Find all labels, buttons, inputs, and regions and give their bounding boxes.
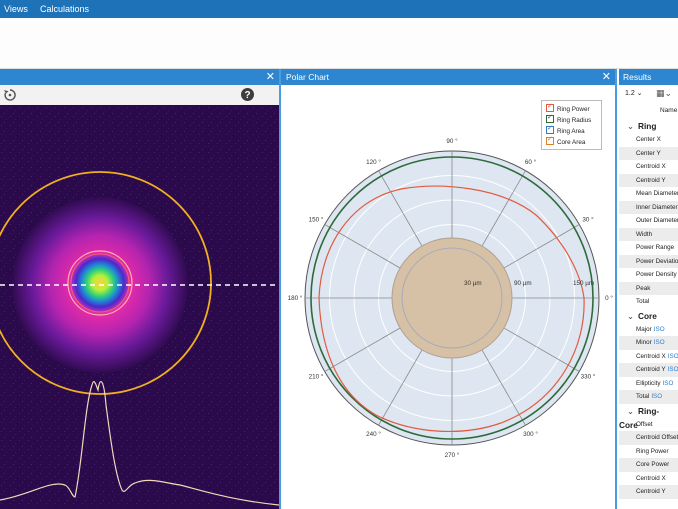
results-section-header[interactable]: ⌄ Ring	[619, 119, 678, 133]
results-row[interactable]: Centroid Y	[619, 485, 678, 499]
results-panel-title: Results	[623, 72, 652, 82]
angle-label: 30 °	[582, 216, 594, 224]
beam-panel-close-button[interactable]: ✕	[266, 69, 275, 85]
angle-label: 0 °	[605, 294, 613, 302]
legend-core-area[interactable]: Core Area	[546, 135, 585, 147]
results-row[interactable]: Minor ISO	[619, 336, 678, 350]
results-row[interactable]: Core Power	[619, 458, 678, 472]
toolbar-area	[0, 18, 678, 69]
iso-badge[interactable]: ISO	[663, 380, 674, 387]
menu-views[interactable]: Views	[4, 0, 28, 18]
results-row[interactable]: Mean Diameter	[619, 187, 678, 201]
chevron-down-icon: ⌄	[634, 90, 643, 97]
angle-label: 60 °	[525, 158, 537, 166]
results-row[interactable]: Centroid X	[619, 472, 678, 486]
angle-label: 270 °	[445, 451, 460, 459]
beam-profile-image[interactable]	[0, 105, 279, 509]
results-panel-header: Results	[619, 69, 678, 85]
radial-label: 90 µm	[514, 280, 532, 287]
results-row[interactable]: Peak	[619, 281, 678, 295]
results-row[interactable]: Power Density	[619, 268, 678, 282]
core-area-shape	[391, 237, 513, 359]
results-column-header: Name	[619, 105, 678, 119]
results-panel: Results 1.2 ⌄ ▦⌄ Name ⌄ Ring Center X Cente…	[619, 69, 678, 509]
results-row[interactable]: Power Deviation	[619, 254, 678, 268]
chevron-down-icon[interactable]: ⌄	[627, 406, 634, 416]
angle-label: 90 °	[446, 137, 458, 145]
ring-area-checkbox-icon[interactable]	[546, 124, 554, 134]
angle-label: 300 °	[523, 430, 538, 438]
results-toolbar: 1.2 ⌄ ▦⌄	[619, 85, 678, 106]
results-section-header[interactable]: ⌄ Ring-Core	[619, 404, 678, 430]
results-row[interactable]: Center X	[619, 133, 678, 147]
results-row[interactable]: Offset	[619, 418, 678, 432]
svg-text:?: ?	[244, 90, 250, 101]
results-row[interactable]: Outer Diameter	[619, 214, 678, 228]
results-row[interactable]: Centroid Y	[619, 173, 678, 187]
chevron-down-icon[interactable]: ⌄	[627, 121, 634, 131]
menu-calculations[interactable]: Calculations	[40, 0, 89, 18]
results-row[interactable]: Centroid X ISO	[619, 350, 678, 364]
help-icon[interactable]: ?	[240, 87, 255, 102]
results-row[interactable]: Total ISO	[619, 390, 678, 404]
beam-panel-toolbar: ?	[0, 85, 279, 106]
reset-view-icon[interactable]	[3, 88, 17, 102]
results-row[interactable]: Width	[619, 227, 678, 241]
beam-core	[70, 253, 130, 313]
iso-badge[interactable]: ISO	[654, 339, 665, 346]
angle-label: 210 °	[309, 373, 324, 381]
menu-bar: Views Calculations	[0, 0, 678, 18]
radial-label: 150 µm	[573, 280, 594, 287]
version-select[interactable]: 1.2 ⌄	[625, 89, 643, 97]
results-row[interactable]: Ring Power	[619, 445, 678, 459]
results-row[interactable]: Centroid Y ISO	[619, 363, 678, 377]
results-section-header[interactable]: ⌄ Core	[619, 309, 678, 323]
results-row[interactable]: Inner Diameter	[619, 200, 678, 214]
polar-panel-header: Polar Chart ✕	[281, 69, 615, 85]
results-row[interactable]: Centroid Offset	[619, 431, 678, 445]
results-row[interactable]: Total	[619, 295, 678, 309]
core-area-checkbox-icon[interactable]	[546, 135, 554, 145]
angle-label: 180 °	[288, 294, 303, 302]
iso-badge[interactable]: ISO	[668, 366, 678, 373]
ring-power-checkbox-icon[interactable]	[546, 102, 554, 112]
results-row[interactable]: Power Range	[619, 241, 678, 255]
results-row[interactable]: Center Y	[619, 146, 678, 160]
iso-badge[interactable]: ISO	[654, 326, 665, 333]
polar-panel-title: Polar Chart	[286, 72, 329, 82]
angle-label: 330 °	[581, 373, 596, 381]
iso-badge[interactable]: ISO	[651, 393, 662, 400]
results-row[interactable]: Ellipticity ISO	[619, 377, 678, 391]
angle-label: 120 °	[366, 158, 381, 166]
polar-panel-close-button[interactable]: ✕	[602, 69, 611, 85]
radial-label: 30 µm	[464, 280, 482, 287]
beam-panel-header: ✕	[0, 69, 279, 85]
iso-badge[interactable]: ISO	[668, 353, 678, 360]
chevron-down-icon[interactable]: ⌄	[627, 311, 634, 321]
table-layout-icon[interactable]: ▦⌄	[656, 88, 672, 99]
results-row[interactable]: Centroid X	[619, 160, 678, 174]
ring-radius-checkbox-icon[interactable]	[546, 113, 554, 123]
polar-legend: Ring Power Ring Radius Ring Area Core Ar…	[541, 100, 602, 150]
results-row[interactable]: Major ISO	[619, 323, 678, 337]
angle-label: 150 °	[309, 216, 324, 224]
angle-label: 240 °	[366, 430, 381, 438]
